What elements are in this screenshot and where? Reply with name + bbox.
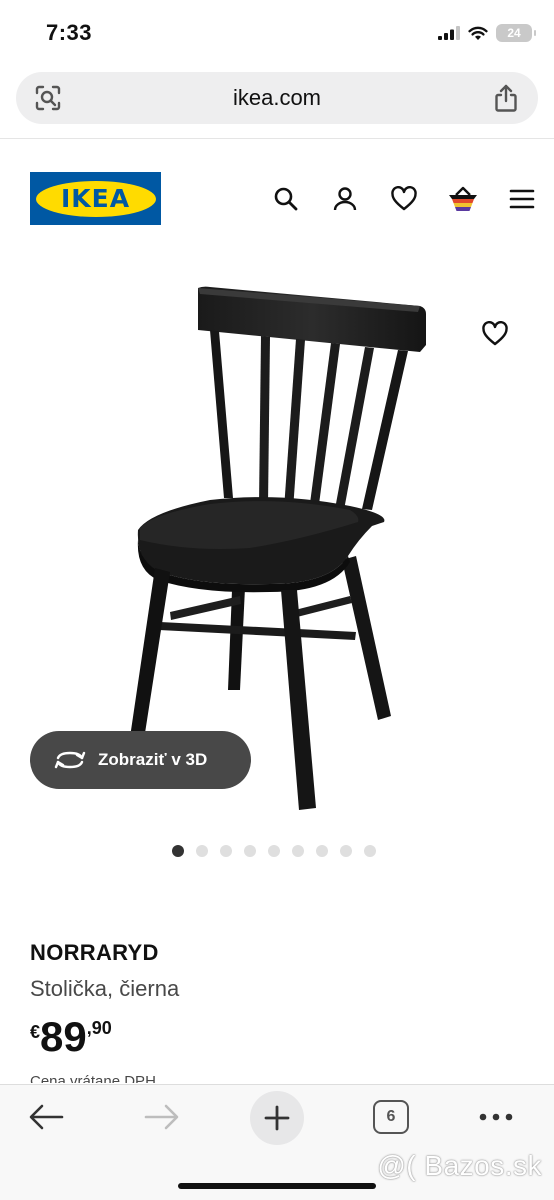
cart-icon (448, 186, 477, 211)
view-in-3d-label: Zobraziť v 3D (98, 750, 208, 769)
carousel-dot[interactable] (268, 845, 280, 857)
menu-button[interactable] (492, 180, 551, 218)
battery-icon: 24 (496, 24, 536, 42)
carousel-dot[interactable] (316, 845, 328, 857)
image-carousel-dots (0, 845, 554, 857)
divider (0, 138, 554, 139)
heart-icon (390, 186, 417, 211)
ikea-logo-text: IKEA (60, 184, 131, 213)
price-note: Cena vrátane DPH (30, 1073, 156, 1083)
carousel-dot[interactable] (364, 845, 376, 857)
carousel-dot[interactable] (220, 845, 232, 857)
status-time: 7:33 (46, 20, 93, 45)
status-icons: 24 (438, 24, 536, 42)
cart-button[interactable] (433, 180, 492, 218)
header-nav (256, 180, 551, 218)
search-icon (274, 187, 297, 211)
carousel-dot[interactable] (196, 845, 208, 857)
ikea-logo-oval: IKEA (35, 180, 156, 217)
home-indicator[interactable] (178, 1183, 376, 1189)
carousel-dot[interactable] (292, 845, 304, 857)
heart-icon (482, 321, 508, 346)
favourites-button[interactable] (374, 180, 433, 218)
rotate-3d-icon (54, 751, 86, 769)
account-icon (333, 187, 356, 211)
price-decimal: ,90 (86, 1018, 112, 1038)
plus-icon (264, 1105, 290, 1131)
search-button[interactable] (256, 180, 315, 218)
tabs-button[interactable]: 6 (373, 1100, 409, 1134)
hamburger-menu-icon (509, 189, 534, 209)
carousel-dots (172, 845, 376, 857)
view-in-3d-button[interactable]: Zobraziť v 3D (30, 731, 251, 789)
share-icon[interactable] (492, 83, 520, 113)
carousel-dot[interactable] (172, 845, 184, 857)
add-to-favourites-button[interactable] (476, 316, 514, 352)
url-text[interactable]: ikea.com (16, 85, 538, 111)
carousel-dot[interactable] (244, 845, 256, 857)
ikea-logo[interactable]: IKEA (30, 172, 161, 225)
carousel-dot[interactable] (340, 845, 352, 857)
price-currency: € (30, 1022, 41, 1042)
product-price: € 89 ,90 (30, 1014, 112, 1060)
wifi-icon (468, 26, 488, 40)
product-description: Stolička, čierna (30, 976, 180, 1001)
more-options-icon[interactable] (476, 1099, 516, 1135)
account-button[interactable] (315, 180, 374, 218)
watermark-text: @( Bazos.sk (377, 1150, 542, 1181)
address-bar[interactable]: ikea.com (16, 72, 538, 124)
cellular-signal-icon (438, 26, 460, 40)
price-integer: 89 (40, 1013, 87, 1060)
back-arrow-icon[interactable] (26, 1099, 66, 1135)
new-tab-button[interactable] (250, 1091, 304, 1145)
status-bar: 7:33 24 (0, 0, 554, 62)
forward-arrow-icon[interactable] (142, 1099, 182, 1135)
product-name: NORRARYD (30, 940, 159, 965)
